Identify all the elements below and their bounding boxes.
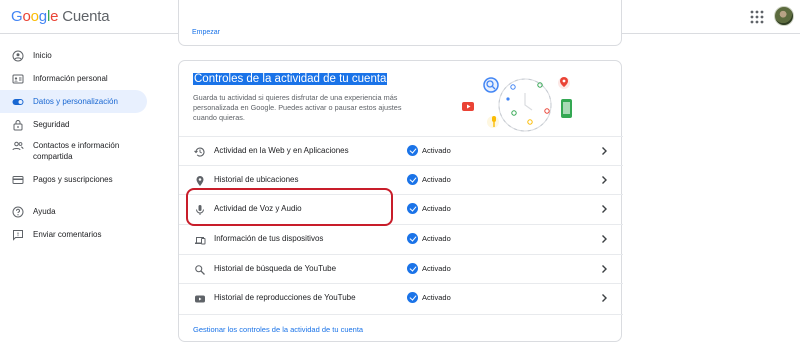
sidebar-item-pagos[interactable]: Pagos y suscripciones [0,168,147,191]
sidebar-item-label: Datos y personalización [33,97,118,106]
manage-activity-controls-link[interactable]: Gestionar los controles de la actividad … [193,325,363,334]
product-name: Cuenta [62,8,110,25]
activity-row-label: Historial de ubicaciones [214,175,299,184]
check-icon [407,145,418,156]
sidebar-item-ayuda[interactable]: Ayuda [0,200,147,223]
sidebar-item-seguridad[interactable]: Seguridad [0,113,147,136]
microphone-icon [196,205,204,215]
id-card-icon [12,74,24,83]
activity-controls-card: Controles de la actividad de tu cuenta G… [178,60,623,343]
sidebar-item-label: Ayuda [33,207,56,216]
start-link[interactable]: Empezar [192,29,220,36]
logo-letter: o [22,8,31,25]
status-text: Activado [422,146,451,155]
activity-row-label: Información de tus dispositivos [214,234,324,243]
sidebar: Inicio Información personal Datos y pers… [0,44,150,246]
activity-row-youtube-busqueda[interactable]: Historial de búsqueda de YouTube Activad… [179,254,623,283]
previous-card: Empezar [178,0,622,46]
chevron-right-icon [602,176,607,184]
activity-row-ubicaciones[interactable]: Historial de ubicaciones Activado [179,165,623,194]
sidebar-item-label: Pagos y suscripciones [33,175,113,184]
help-icon [12,206,24,217]
status-text: Activado [422,175,451,184]
google-account-logo[interactable]: Google Cuenta [11,8,110,25]
sidebar-item-label: Enviar comentarios [33,230,102,239]
chevron-right-icon [602,294,607,302]
lock-icon [13,119,23,130]
activity-row-dispositivos[interactable]: Información de tus dispositivos Activado [179,224,623,253]
history-icon [194,147,205,157]
people-icon [12,141,24,151]
status-text: Activado [422,234,451,243]
chevron-right-icon [602,235,607,243]
activity-row-youtube-reproducciones[interactable]: Historial de reproducciones de YouTube A… [179,283,623,312]
card-footer: Gestionar los controles de la actividad … [179,314,623,343]
sidebar-item-label: Contactos e información compartida [33,141,120,161]
apps-grid-icon[interactable] [750,10,764,24]
sidebar-item-label: Inicio [33,51,52,60]
sidebar-item-inicio[interactable]: Inicio [0,44,147,67]
status-text: Activado [422,204,451,213]
logo-letter: e [50,8,59,25]
sidebar-item-informacion-personal[interactable]: Información personal [0,67,147,90]
sidebar-item-label: Información personal [33,74,108,83]
check-icon [407,174,418,185]
avatar[interactable] [774,6,794,26]
home-icon [12,50,24,61]
check-icon [407,203,418,214]
activity-row-label: Actividad de Voz y Audio [214,204,302,213]
youtube-search-icon [195,265,205,275]
sidebar-divider [0,191,150,200]
sidebar-item-contactos[interactable]: Contactos e información compartida [0,136,147,168]
activity-row-voz-audio[interactable]: Actividad de Voz y Audio Activado [179,194,623,223]
check-icon [407,263,418,274]
sidebar-item-label: Seguridad [33,120,70,129]
logo-letter: g [38,8,47,25]
activity-row-web[interactable]: Actividad en la Web y en Aplicaciones Ac… [179,136,623,165]
activity-row-label: Historial de búsqueda de YouTube [214,264,337,273]
sidebar-item-datos-personalizacion[interactable]: Datos y personalización [0,90,147,113]
feedback-icon [13,229,23,241]
youtube-play-icon [195,295,205,303]
check-icon [407,233,418,244]
chevron-right-icon [602,265,607,273]
card-title: Controles de la actividad de tu cuenta [193,73,388,85]
devices-icon [195,237,206,245]
check-icon [407,292,418,303]
chevron-right-icon [602,147,607,155]
toggle-icon [12,98,24,105]
logo-letter: o [30,8,39,25]
status-text: Activado [422,264,451,273]
activity-illustration [462,77,572,132]
activity-row-label: Actividad en la Web y en Aplicaciones [214,146,349,155]
card-description: Guarda tu actividad si quieres disfrutar… [193,93,402,122]
status-text: Activado [422,293,451,302]
location-pin-icon [196,176,204,186]
chevron-right-icon [602,205,607,213]
sidebar-item-enviar-comentarios[interactable]: Enviar comentarios [0,223,147,246]
activity-row-label: Historial de reproducciones de YouTube [214,293,356,302]
logo-letter: G [11,8,23,25]
credit-card-icon [12,175,24,184]
